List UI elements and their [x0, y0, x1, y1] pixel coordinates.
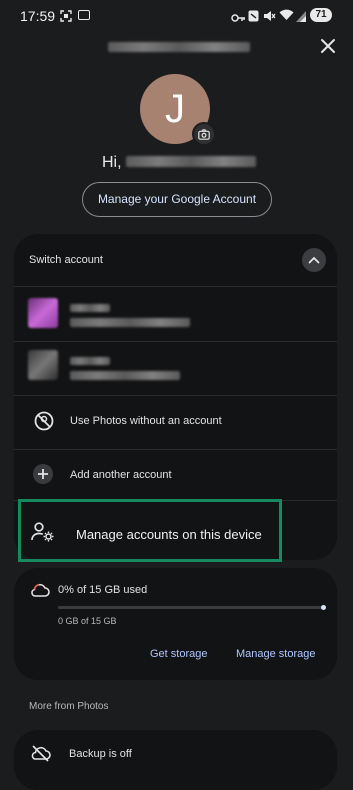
manage-accounts-label: Manage accounts on this device	[76, 527, 262, 542]
account-name	[70, 357, 110, 365]
nfc-icon	[248, 9, 259, 27]
screenshot-icon	[60, 9, 72, 22]
signal-icon	[296, 9, 307, 27]
more-from-photos-heading: More from Photos	[29, 701, 109, 712]
account-avatar	[28, 350, 58, 380]
add-account-row[interactable]	[14, 450, 337, 500]
switch-account-label: Switch account	[29, 254, 103, 266]
account-row-2[interactable]	[14, 342, 337, 396]
manage-google-account-button[interactable]: Manage your Google Account	[82, 182, 272, 217]
manage-accounts-icon	[30, 520, 54, 544]
greeting: Hi,	[102, 154, 122, 171]
progress-end-dot	[321, 605, 326, 610]
wifi-icon	[279, 8, 294, 26]
no-account-icon	[32, 409, 56, 433]
user-name	[126, 156, 256, 167]
account-email	[70, 371, 180, 380]
add-account-label: Add another account	[70, 469, 172, 481]
collapse-button[interactable]	[302, 248, 326, 272]
close-icon[interactable]	[314, 32, 342, 60]
backup-card[interactable]	[14, 730, 337, 790]
account-row-1[interactable]	[14, 287, 337, 341]
manage-storage-button[interactable]: Manage storage	[236, 648, 316, 660]
cloud-icon	[30, 583, 50, 602]
plus-icon	[33, 464, 53, 484]
camera-icon[interactable]	[192, 122, 216, 146]
account-name	[70, 304, 110, 312]
account-avatar	[28, 298, 58, 328]
key-icon	[231, 10, 245, 28]
backup-off-icon	[30, 744, 52, 767]
account-email	[108, 42, 250, 52]
mute-icon	[263, 9, 276, 27]
message-icon	[78, 10, 90, 20]
status-time: 17:59	[20, 8, 56, 24]
storage-used-text: 0% of 15 GB used	[58, 584, 148, 596]
account-email	[70, 318, 190, 327]
storage-detail: 0 GB of 15 GB	[58, 616, 117, 626]
chevron-up-icon	[308, 256, 320, 264]
battery-indicator: 71	[310, 8, 332, 22]
storage-progress-bar	[58, 606, 324, 609]
use-without-account-label: Use Photos without an account	[70, 415, 222, 427]
backup-status-label: Backup is off	[69, 748, 132, 760]
get-storage-button[interactable]: Get storage	[150, 648, 207, 660]
